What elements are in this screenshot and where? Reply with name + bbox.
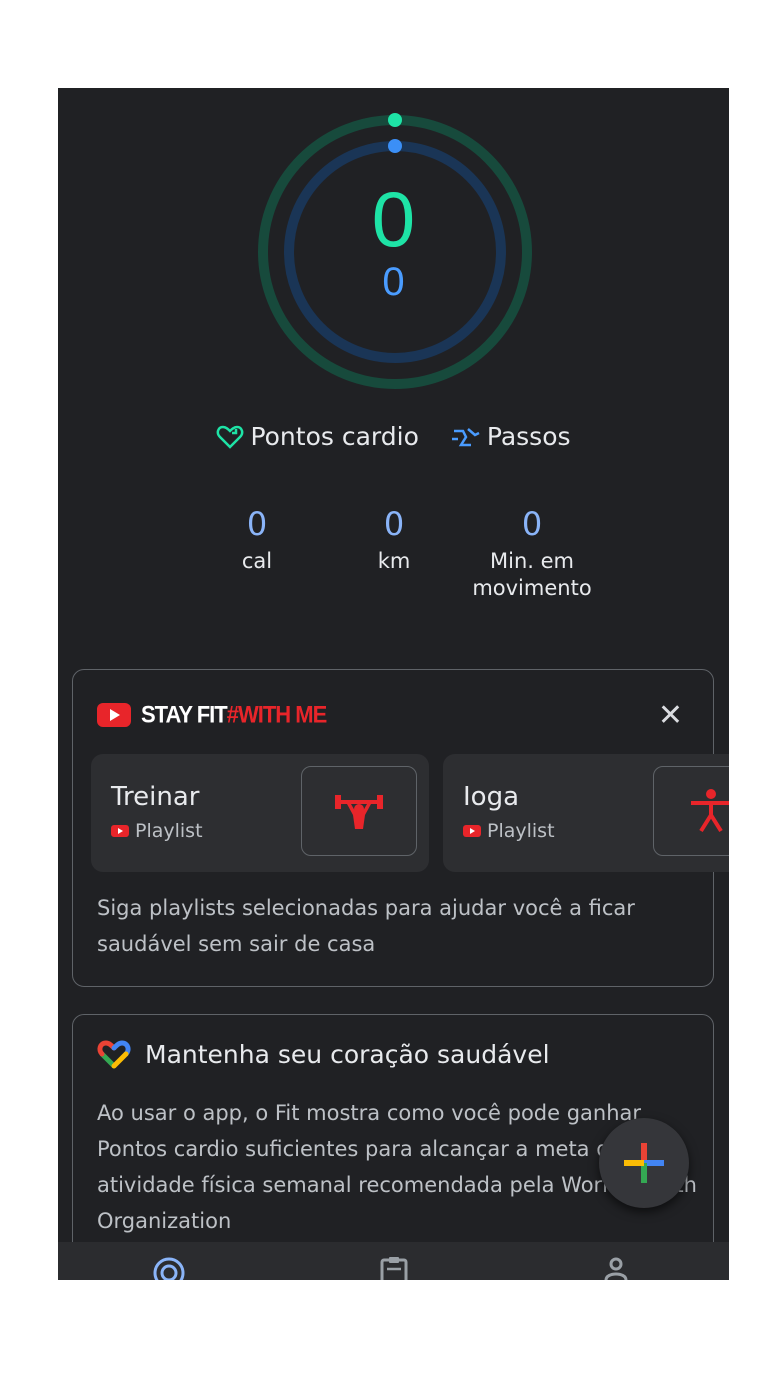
playlist-type-label: Playlist [135, 820, 203, 842]
stay-fit-logo: STAY FIT#WITH ME [97, 700, 328, 730]
journal-icon[interactable] [378, 1256, 410, 1280]
stat-move-minutes-value: 0 [521, 505, 543, 543]
legend-cardio: Pontos cardio [216, 422, 419, 451]
yoga-icon [691, 789, 729, 833]
stay-fit-description: Siga playlists selecionadas para ajudar … [97, 896, 635, 956]
youtube-small-icon [463, 825, 481, 837]
legend-steps-label: Passos [486, 422, 571, 451]
playlist-tile-treinar[interactable]: Treinar Playlist [91, 754, 429, 872]
playlist-type-label: Playlist [487, 820, 555, 842]
steps-value: 0 [382, 260, 405, 304]
playlist-name: Treinar [111, 782, 200, 812]
playlist-type: Playlist [111, 820, 203, 842]
profile-icon[interactable] [603, 1256, 629, 1280]
cardio-ring-marker [388, 113, 402, 127]
steps-ring-marker [388, 139, 402, 153]
ring-legend: Pontos cardio Passos [58, 422, 729, 451]
stay-fit-card[interactable]: STAY FIT#WITH ME ✕ Treinar Playlist Ioga… [72, 669, 729, 987]
google-fit-icon [97, 1040, 131, 1069]
playlist-thumbnail [653, 766, 729, 856]
home-icon[interactable] [152, 1256, 186, 1280]
playlist-type: Playlist [463, 820, 555, 842]
weightlifting-icon [335, 795, 383, 829]
logo-text-withme: #WITH ME [226, 700, 328, 729]
close-icon[interactable]: ✕ [658, 698, 683, 733]
cardio-points-value: 0 [371, 175, 416, 263]
heart-icon [217, 425, 244, 449]
stat-move-minutes-label: Min. em movimento [472, 549, 592, 601]
plus-icon [624, 1143, 664, 1183]
stay-fit-logo-text: STAY FIT#WITH ME [141, 700, 328, 730]
bottom-navigation [58, 1242, 729, 1280]
youtube-icon [97, 703, 131, 727]
legend-cardio-label: Pontos cardio [250, 422, 419, 451]
legend-steps: Passos [451, 422, 571, 451]
playlist-thumbnail [301, 766, 417, 856]
playlist-tile-ioga[interactable]: Ioga Playlist [443, 754, 729, 872]
add-activity-button[interactable] [599, 1118, 689, 1208]
heart-card-title: Mantenha seu coração saudável [145, 1039, 550, 1069]
heart-card-header: Mantenha seu coração saudável [97, 1039, 550, 1069]
fit-home-screen: 0 0 Pontos cardio Passos 0 cal 0 km 0 Mi… [58, 88, 729, 1280]
stat-move-minutes: 0 Min. em movimento [442, 508, 622, 603]
playlist-name: Ioga [463, 782, 520, 812]
youtube-small-icon [111, 825, 129, 837]
footsteps-icon [451, 427, 480, 446]
logo-text-stayfit: STAY FIT [141, 700, 228, 729]
